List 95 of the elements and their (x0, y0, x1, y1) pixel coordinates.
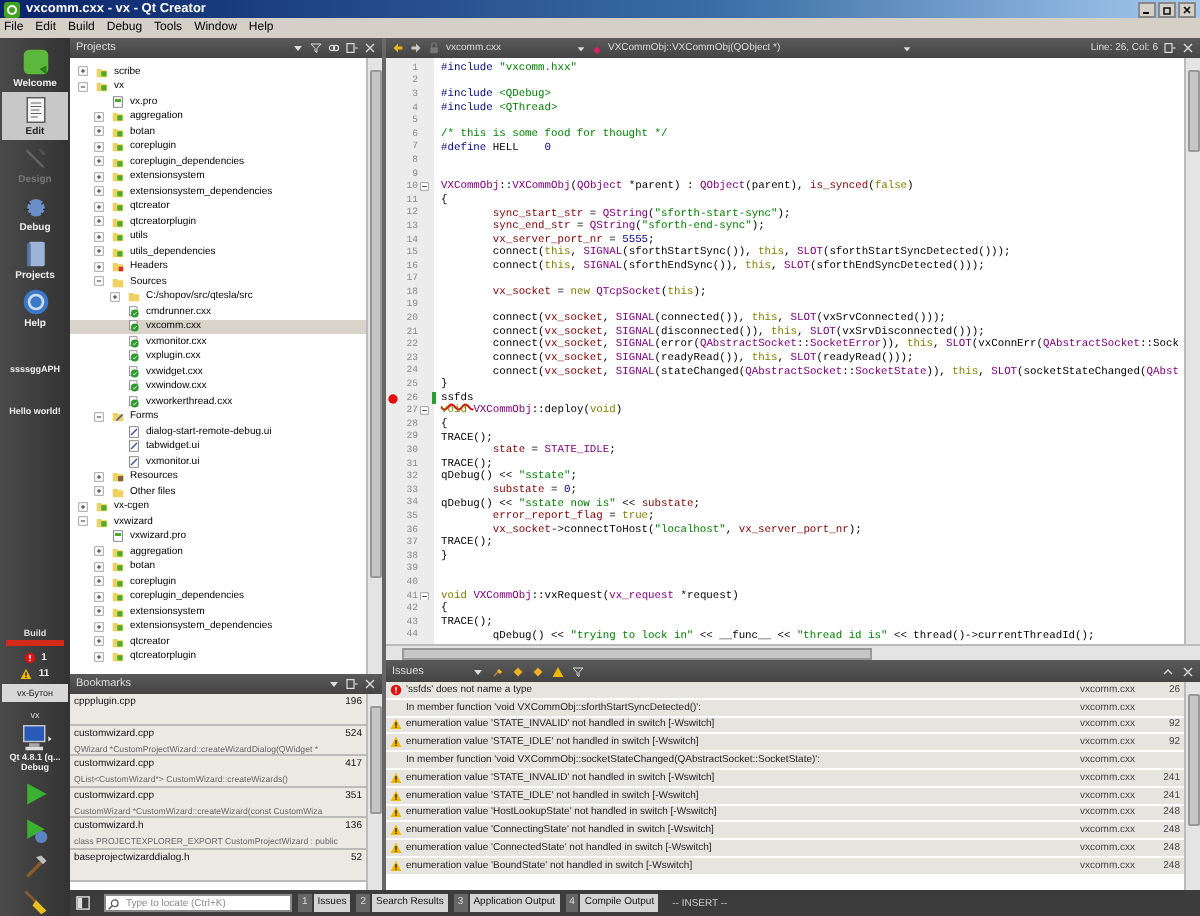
warning-icon[interactable] (551, 665, 564, 677)
warning-icon (390, 718, 402, 731)
warning-icon (390, 771, 402, 784)
expand-icon[interactable] (94, 546, 104, 557)
expand-icon[interactable] (94, 246, 104, 257)
expand-icon[interactable] (94, 471, 104, 482)
caret-icon (902, 43, 912, 53)
expand-icon[interactable] (94, 486, 104, 497)
restore-icon (1160, 3, 1174, 15)
project-file-icon (112, 530, 124, 543)
link-icon[interactable] (328, 42, 340, 54)
split-icon[interactable] (346, 42, 358, 54)
run-icon[interactable] (21, 780, 49, 808)
minimize-button[interactable] (1138, 1, 1156, 17)
expand-icon[interactable] (94, 576, 104, 587)
collapse-icon[interactable] (78, 81, 88, 92)
fold-icon[interactable] (420, 406, 430, 416)
resource-folder-icon (112, 470, 124, 483)
collapse-icon[interactable] (94, 276, 104, 287)
warning-icon (390, 736, 402, 749)
error-icon (390, 683, 402, 696)
expand-icon[interactable] (94, 591, 104, 602)
document-icon (21, 95, 49, 123)
expand-icon[interactable] (94, 561, 104, 572)
source-folder-icon (112, 275, 124, 288)
dropdown-icon[interactable] (328, 678, 340, 690)
dropdown-icon[interactable] (471, 665, 484, 677)
warning-icon (20, 668, 33, 680)
project-file-icon (112, 95, 124, 108)
computer-icon[interactable] (17, 724, 53, 752)
error-icon (23, 652, 36, 664)
split-icon[interactable] (1164, 42, 1176, 54)
expand-icon[interactable] (94, 216, 104, 227)
collapse-icon[interactable] (78, 516, 88, 527)
dropdown-icon[interactable] (292, 42, 304, 54)
expand-icon[interactable] (94, 111, 104, 122)
warning-icon (390, 824, 402, 837)
expand-icon[interactable] (78, 501, 88, 512)
warning-icon (390, 842, 402, 855)
folder-icon (112, 485, 124, 498)
fold-icon[interactable] (420, 182, 430, 192)
form-folder-icon (112, 410, 124, 423)
scrollbar[interactable] (366, 694, 382, 890)
scrollbar[interactable] (386, 644, 1200, 660)
maximize-icon[interactable] (1162, 665, 1174, 677)
collapse-icon[interactable] (94, 411, 104, 422)
fold-icon[interactable] (420, 591, 430, 601)
expand-icon[interactable] (94, 651, 104, 662)
warning-icon (390, 806, 402, 819)
close-icon[interactable] (364, 42, 376, 54)
restore-button[interactable] (1158, 1, 1176, 17)
split-icon[interactable] (346, 678, 358, 690)
header-folder-icon (112, 260, 124, 273)
close-icon[interactable] (1182, 665, 1194, 677)
close-icon (1180, 3, 1194, 15)
scrollbar[interactable] (1184, 682, 1200, 890)
close-icon[interactable] (364, 678, 376, 690)
method-icon (592, 43, 602, 53)
expand-icon[interactable] (94, 126, 104, 137)
help-icon (21, 287, 49, 315)
scrollbar[interactable] (1184, 58, 1200, 644)
expand-icon[interactable] (94, 201, 104, 212)
forward-icon[interactable] (410, 42, 422, 54)
expand-icon[interactable] (94, 636, 104, 647)
binder-icon (21, 239, 49, 267)
build-progress-bar (6, 640, 64, 646)
filter-icon[interactable] (571, 665, 584, 677)
expand-icon[interactable] (94, 141, 104, 152)
warning-icon (390, 789, 402, 802)
warning-icon (390, 859, 402, 872)
app-icon (4, 1, 20, 17)
expand-icon[interactable] (94, 156, 104, 167)
pencil-icon (21, 143, 49, 171)
debug-run-icon[interactable] (21, 816, 49, 844)
expand-icon[interactable] (94, 621, 104, 632)
close-icon[interactable] (1182, 42, 1194, 54)
expand-icon[interactable] (78, 66, 88, 77)
expand-icon[interactable] (94, 606, 104, 617)
broom-icon[interactable] (491, 665, 504, 677)
expand-icon[interactable] (94, 186, 104, 197)
caret-icon (576, 43, 586, 53)
broom-icon[interactable] (21, 888, 49, 916)
expand-icon[interactable] (94, 261, 104, 272)
close-button[interactable] (1178, 1, 1196, 17)
scrollbar[interactable] (366, 58, 382, 674)
search-icon (108, 898, 120, 910)
expand-icon[interactable] (94, 231, 104, 242)
filter-icon[interactable] (310, 42, 322, 54)
folder-icon (128, 290, 140, 303)
welcome-icon (21, 47, 49, 75)
expand-icon[interactable] (110, 291, 120, 302)
hammer-icon[interactable] (21, 852, 49, 880)
expand-icon[interactable] (94, 171, 104, 182)
sidebar-toggle-icon[interactable] (76, 896, 90, 910)
back-icon[interactable] (392, 42, 404, 54)
